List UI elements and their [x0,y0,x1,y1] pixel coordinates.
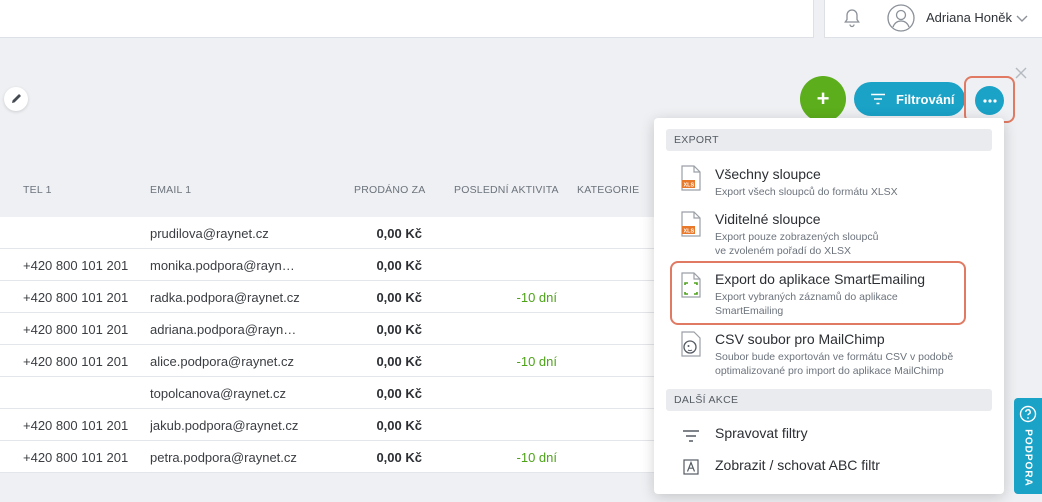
filter-lines-icon [683,430,699,442]
table-row[interactable]: topolcanova@raynet.cz 0,00 Kč [0,377,680,409]
xls-badge: XLS [684,183,695,189]
xls-file-icon: XLS [681,211,701,237]
more-button[interactable] [975,86,1004,115]
menu-item-title: Viditelné sloupce [715,211,821,227]
add-button[interactable]: + [800,76,846,122]
cell-sold: 0,00 Kč [376,450,422,465]
bell-icon[interactable] [843,8,861,28]
menu-section-export: EXPORT [666,129,992,151]
cell-email[interactable]: jakub.podpora@raynet.cz [150,418,298,433]
table-row[interactable]: +420 800 101 201 adriana.podpora@rayne… … [0,313,680,345]
cell-email[interactable]: adriana.podpora@rayne… [150,322,300,337]
column-header-tel[interactable]: TEL 1 [23,184,52,196]
filter-button-label: Filtrování [896,91,955,107]
user-name[interactable]: Adriana Honěk [926,10,1012,25]
cell-activity: -10 dní [516,450,557,465]
column-header-sold[interactable]: PRODÁNO ZA [354,184,425,196]
menu-item-mailchimp[interactable]: CSV soubor pro MailChimp Soubor bude exp… [654,328,1004,380]
cell-sold: 0,00 Kč [376,354,422,369]
help-icon [1019,405,1037,423]
abc-filter-icon [683,459,699,475]
table-row[interactable]: +420 800 101 201 jakub.podpora@raynet.cz… [0,409,680,441]
table-body: prudilova@raynet.cz 0,00 Kč +420 800 101… [0,217,680,473]
menu-item-desc-line2: optimalizované pro import do aplikace Ma… [715,365,944,377]
menu-item-title: Spravovat filtry [715,425,808,441]
menu-item-visible-columns[interactable]: XLS Viditelné sloupce Export pouze zobra… [654,208,1004,260]
close-icon[interactable] [1014,66,1028,80]
cell-email[interactable]: topolcanova@raynet.cz [150,386,286,401]
table-row[interactable]: +420 800 101 201 petra.podpora@raynet.cz… [0,441,680,473]
cell-sold: 0,00 Kč [376,418,422,433]
user-area: Adriana Honěk [824,0,1042,38]
column-header-email[interactable]: EMAIL 1 [150,184,191,196]
cell-activity: -10 dní [516,354,557,369]
cell-sold: 0,00 Kč [376,226,422,241]
cell-email[interactable]: monika.podpora@rayne… [150,258,300,273]
menu-item-title: Zobrazit / schovat ABC filtr [715,457,880,473]
table-row[interactable]: +420 800 101 201 radka.podpora@raynet.cz… [0,281,680,313]
chevron-down-icon[interactable] [1015,11,1029,25]
menu-item-desc-line1: Soubor bude exportován ve formátu CSV v … [715,351,954,363]
filter-icon [871,93,885,105]
cell-email[interactable]: alice.podpora@raynet.cz [150,354,294,369]
menu-item-title: Všechny sloupce [715,166,821,182]
column-header-category[interactable]: KATEGORIE [577,184,639,196]
mailchimp-icon [681,331,701,357]
cell-tel: +420 800 101 201 [23,290,129,305]
smartemailing-highlight [670,261,966,325]
cell-tel: +420 800 101 201 [23,418,129,433]
cell-tel: +420 800 101 201 [23,258,129,273]
table-row[interactable]: +420 800 101 201 monika.podpora@rayne… 0… [0,249,680,281]
pencil-icon [12,94,21,103]
menu-item-desc: Export všech sloupců do formátu XLSX [715,186,898,198]
menu-item-manage-filters[interactable]: Spravovat filtry [654,421,1004,449]
menu-item-desc-line2: ve zvoleném pořadí do XLSX [715,245,851,257]
more-dots-icon [982,98,997,103]
cell-sold: 0,00 Kč [376,290,422,305]
cell-sold: 0,00 Kč [376,386,422,401]
cell-email[interactable]: prudilova@raynet.cz [150,226,269,241]
table-row[interactable]: prudilova@raynet.cz 0,00 Kč [0,217,680,249]
xls-badge: XLS [684,229,695,235]
column-header-last-activity[interactable]: POSLEDNÍ AKTIVITA [454,184,559,196]
menu-section-other: DALŠÍ AKCE [666,389,992,411]
xls-file-icon: XLS [681,165,701,191]
cell-sold: 0,00 Kč [376,322,422,337]
support-label: PODPORA [1022,429,1034,487]
cell-sold: 0,00 Kč [376,258,422,273]
cell-tel: +420 800 101 201 [23,322,129,337]
support-tab[interactable]: PODPORA [1014,398,1042,494]
menu-item-all-columns[interactable]: XLS Všechny sloupce Export všech sloupců… [654,162,1004,202]
cell-email[interactable]: radka.podpora@raynet.cz [150,290,300,305]
edit-view-button[interactable] [4,87,28,111]
table-row[interactable]: +420 800 101 201 alice.podpora@raynet.cz… [0,345,680,377]
cell-activity: -10 dní [516,290,557,305]
search-bar-area[interactable] [0,0,814,38]
filter-button[interactable]: Filtrování [854,82,965,116]
menu-item-desc-line1: Export pouze zobrazených sloupců [715,231,879,243]
menu-item-title: CSV soubor pro MailChimp [715,331,885,347]
cell-tel: +420 800 101 201 [23,354,129,369]
avatar[interactable] [887,4,915,32]
cell-tel: +420 800 101 201 [23,450,129,465]
menu-item-abc-filter[interactable]: Zobrazit / schovat ABC filtr [654,453,1004,481]
cell-email[interactable]: petra.podpora@raynet.cz [150,450,297,465]
